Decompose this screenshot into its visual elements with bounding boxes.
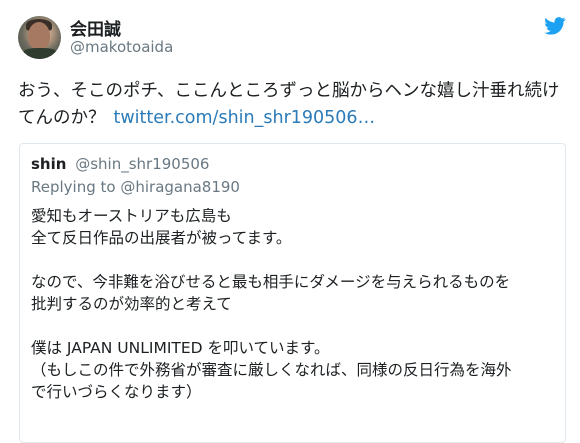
- quoted-paragraph: なので、今非難を浴びせると最も相手にダメージを与えられるものを 批判するのが効率…: [31, 271, 561, 315]
- quoted-tweet-card[interactable]: shin @shin_shr190506 Replying to @hiraga…: [19, 143, 566, 443]
- replying-to-label: Replying to: [31, 178, 116, 196]
- author-handle[interactable]: @makotoaida: [70, 38, 173, 56]
- twitter-bird-icon[interactable]: [544, 17, 566, 35]
- avatar[interactable]: [18, 16, 61, 59]
- quoted-line: （もしこの件で外務省が審査に厳しくなれば、同様の反日行為を海外: [31, 361, 512, 379]
- quoted-line: 全て反日作品の出展者が被ってます。: [31, 229, 292, 247]
- quoted-line: で行いづらくなります）: [31, 383, 202, 401]
- quoted-paragraph: 僕は JAPAN UNLIMITED を叩いています。 （もしこの件で外務省が審…: [31, 337, 561, 403]
- quoted-tweet-header: shin @shin_shr190506: [31, 155, 209, 173]
- quoted-line: 愛知もオーストリアも広島も: [31, 207, 232, 225]
- quoted-paragraph: 愛知もオーストリアも広島も 全て反日作品の出展者が被ってます。: [31, 205, 561, 249]
- tweet-text: おう、そこのポチ、ここんところずっと脳からヘンな嬉し汁垂れ続けてんのか？ twit…: [18, 78, 568, 132]
- quoted-line: 僕は JAPAN UNLIMITED を叩いています。: [31, 339, 330, 357]
- quoted-author-display-name: shin: [31, 155, 67, 173]
- quoted-author-handle: @shin_shr190506: [75, 155, 210, 173]
- quoted-tweet-link[interactable]: twitter.com/shin_shr190506…: [114, 108, 376, 128]
- author-display-name[interactable]: 会田誠: [70, 15, 121, 40]
- avatar-face: [28, 22, 50, 50]
- replying-to-line: Replying to @hiragana8190: [31, 178, 240, 196]
- replying-to-handle: @hiragana8190: [120, 178, 240, 196]
- quoted-line: 批判するのが効率的と考えて: [31, 295, 232, 313]
- quoted-tweet-body: 愛知もオーストリアも広島も 全て反日作品の出展者が被ってます。 なので、今非難を…: [31, 205, 561, 403]
- avatar-shirt: [22, 48, 58, 59]
- tweet-card: 会田誠 @makotoaida おう、そこのポチ、ここんところずっと脳からヘンな…: [0, 0, 580, 443]
- quoted-line: なので、今非難を浴びせると最も相手にダメージを与えられるものを: [31, 273, 511, 291]
